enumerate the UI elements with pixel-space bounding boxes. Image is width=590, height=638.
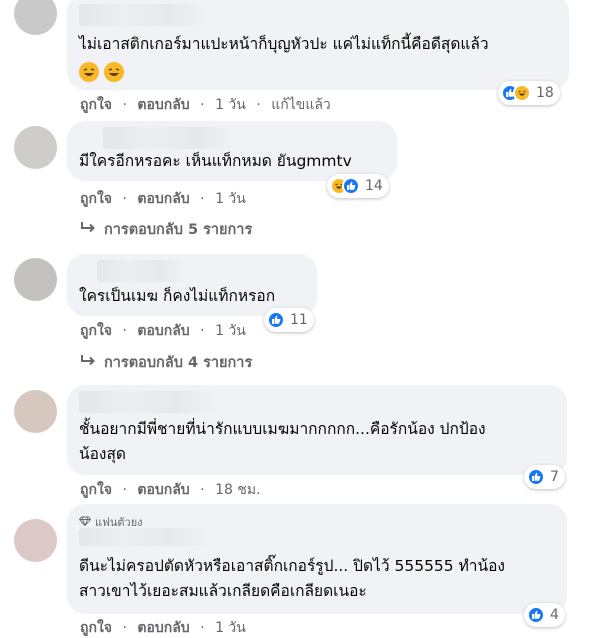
reaction-count: 11 bbox=[290, 312, 308, 328]
comment-time[interactable]: 1 วัน bbox=[215, 188, 246, 210]
commenter-name[interactable] bbox=[103, 127, 237, 149]
comment-time[interactable]: 1 วัน bbox=[215, 320, 246, 342]
reply-arrow-icon bbox=[80, 221, 96, 239]
reply-button[interactable]: ตอบกลับ bbox=[137, 620, 189, 636]
avatar[interactable] bbox=[14, 390, 57, 433]
like-reaction-icon bbox=[527, 468, 545, 486]
reply-button[interactable]: ตอบกลับ bbox=[137, 482, 189, 498]
reaction-summary[interactable]: 11 bbox=[264, 308, 314, 332]
comment-bubble: มีใครอีกหรอคะ เห็นแท็กหมด ยันgmmtv bbox=[67, 121, 397, 181]
comment-bubble: ชั้นอยากมีพี่ชายที่น่ารักแบบเมฆมากกกกก..… bbox=[67, 385, 567, 475]
commenter-name[interactable] bbox=[79, 391, 219, 413]
avatar[interactable] bbox=[14, 0, 57, 35]
avatar[interactable] bbox=[14, 519, 57, 562]
comment-text: ใครเป็นเมฆ ก็คงไม่แท็กหรอก bbox=[79, 287, 276, 305]
like-button[interactable]: ถูกใจ bbox=[80, 620, 112, 636]
comment-text: มีใครอีกหรอคะ เห็นแท็กหมด ยันgmmtv bbox=[79, 152, 352, 170]
haha-reaction-icon bbox=[513, 84, 531, 102]
comment-bubble: แฟนตัวยง ดีนะไม่ครอปตัดหัวหรือเอาสติ๊กเก… bbox=[67, 504, 567, 614]
like-button[interactable]: ถูกใจ bbox=[80, 323, 112, 339]
view-replies-link[interactable]: การตอบกลับ 5 รายการ bbox=[80, 218, 252, 241]
avatar[interactable] bbox=[14, 126, 57, 169]
reaction-count: 14 bbox=[365, 178, 383, 194]
reaction-count: 18 bbox=[536, 85, 554, 101]
edited-label[interactable]: แก้ไขแล้ว bbox=[271, 94, 331, 116]
comment-bubble: ใครเป็นเมฆ ก็คงไม่แท็กหรอก bbox=[67, 254, 317, 316]
reaction-count: 4 bbox=[550, 607, 559, 623]
comment-actions: ถูกใจ · ตอบกลับ · 18 ชม. bbox=[80, 479, 267, 501]
reaction-summary[interactable]: 4 bbox=[524, 603, 565, 627]
like-reaction-icon bbox=[267, 311, 285, 329]
reaction-summary[interactable]: 14 bbox=[327, 174, 389, 198]
comment-text: ชั้นอยากมีพี่ชายที่น่ารักแบบเมฆมากกกกก..… bbox=[79, 420, 486, 463]
comment-actions: ถูกใจ · ตอบกลับ · 1 วัน bbox=[80, 188, 252, 210]
like-reaction-icon bbox=[527, 606, 545, 624]
laughing-emoji-icon bbox=[79, 61, 99, 82]
comment-actions: ถูกใจ · ตอบกลับ · 1 วัน bbox=[80, 617, 252, 638]
reply-button[interactable]: ตอบกลับ bbox=[137, 97, 189, 113]
reaction-summary[interactable]: 18 bbox=[498, 81, 560, 105]
laughing-emoji-icon bbox=[103, 61, 124, 82]
reply-button[interactable]: ตอบกลับ bbox=[137, 191, 189, 207]
reply-arrow-icon bbox=[80, 354, 96, 372]
comment-actions: ถูกใจ · ตอบกลับ · 1 วัน bbox=[80, 320, 252, 342]
like-button[interactable]: ถูกใจ bbox=[80, 482, 112, 498]
commenter-name[interactable] bbox=[97, 260, 185, 282]
avatar[interactable] bbox=[14, 258, 57, 301]
commenter-name[interactable] bbox=[79, 528, 209, 546]
comment-text: ดีนะไม่ครอปตัดหัวหรือเอาสติ๊กเกอร์รูป...… bbox=[79, 557, 505, 600]
like-reaction-icon bbox=[342, 177, 360, 195]
comment-time[interactable]: 1 วัน bbox=[215, 94, 246, 116]
laugh-emoji-pair bbox=[79, 59, 489, 84]
reaction-summary[interactable]: 7 bbox=[524, 465, 565, 489]
view-replies-link[interactable]: การตอบกลับ 4 รายการ bbox=[80, 351, 252, 374]
comment-actions: ถูกใจ · ตอบกลับ · 1 วัน · แก้ไขแล้ว bbox=[80, 94, 337, 116]
reaction-count: 7 bbox=[550, 469, 559, 485]
comment-time[interactable]: 18 ชม. bbox=[215, 479, 260, 501]
reply-button[interactable]: ตอบกลับ bbox=[137, 323, 189, 339]
diamond-icon bbox=[78, 516, 92, 529]
comment-time[interactable]: 1 วัน bbox=[215, 617, 246, 638]
commenter-name[interactable] bbox=[79, 4, 207, 26]
like-button[interactable]: ถูกใจ bbox=[80, 191, 112, 207]
like-button[interactable]: ถูกใจ bbox=[80, 97, 112, 113]
comment-bubble: ไม่เอาสติกเกอร์มาแปะหน้าก็บุญหัวปะ แค่ไม… bbox=[67, 0, 569, 90]
comment-text: ไม่เอาสติกเกอร์มาแปะหน้าก็บุญหัวปะ แค่ไม… bbox=[79, 32, 489, 84]
